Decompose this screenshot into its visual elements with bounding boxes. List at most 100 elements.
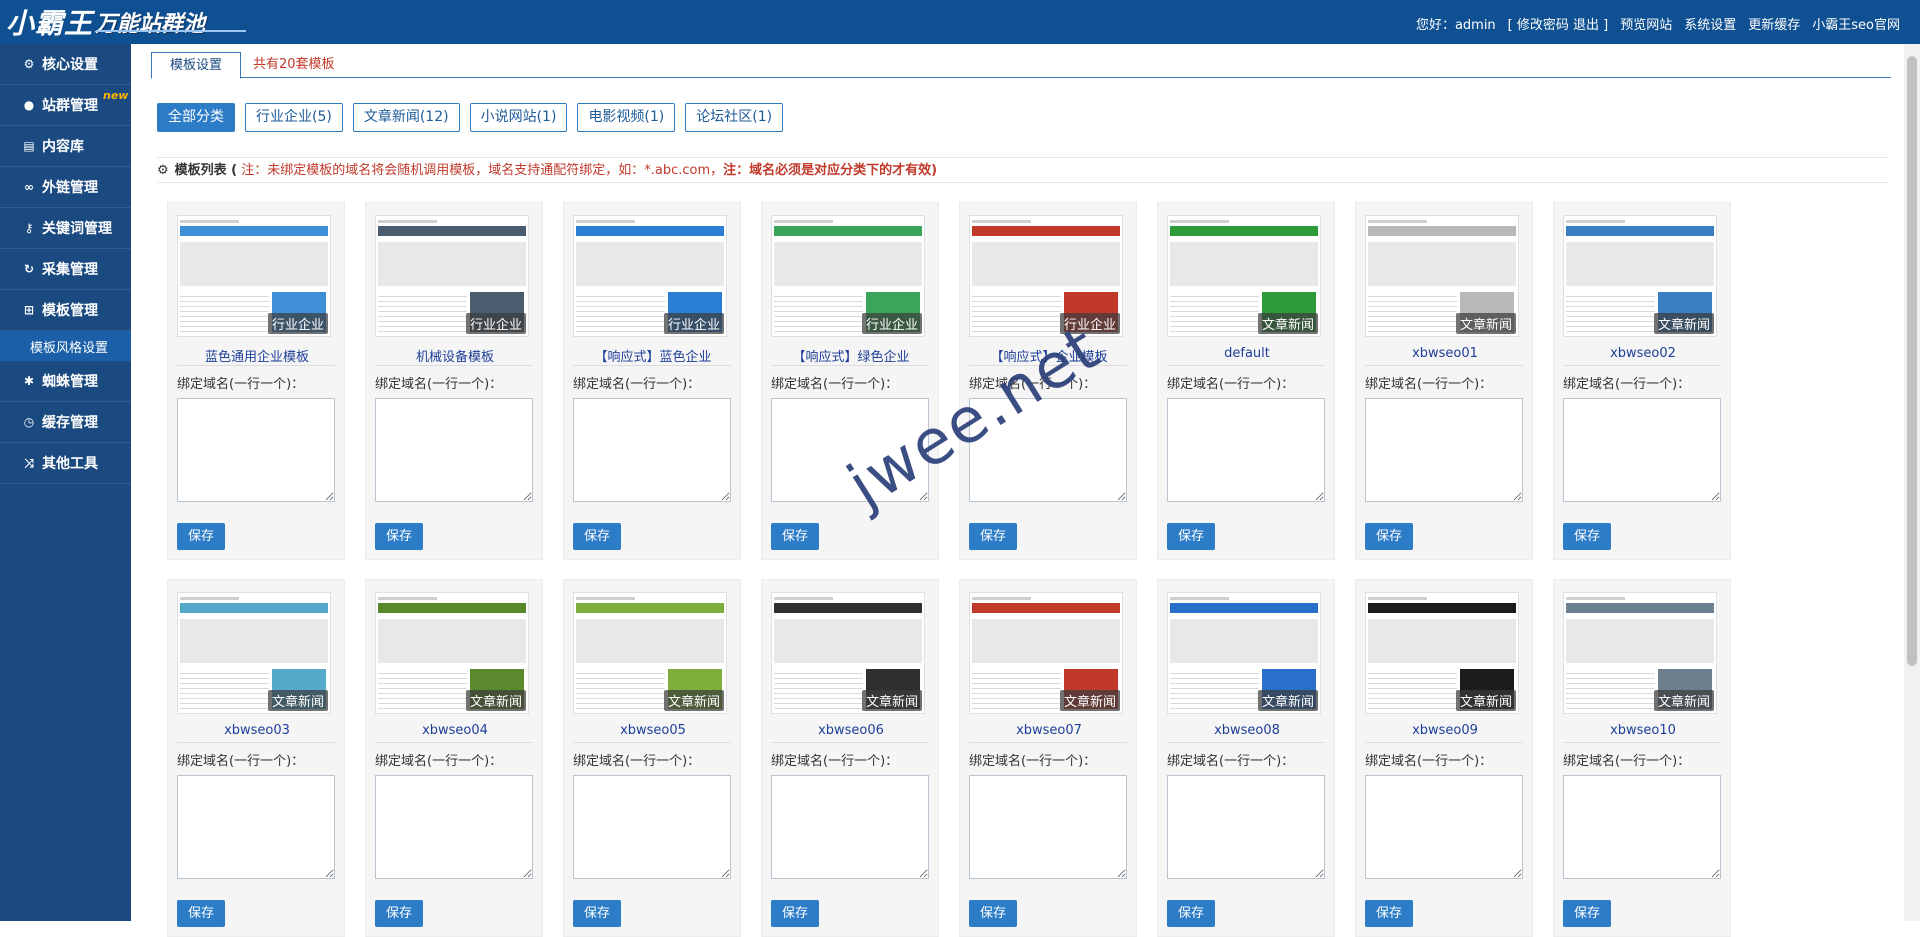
- save-button[interactable]: 保存: [1563, 523, 1612, 550]
- bind-domain-textarea[interactable]: [771, 398, 929, 502]
- template-name[interactable]: xbwseo04: [366, 723, 544, 738]
- save-button[interactable]: 保存: [177, 900, 226, 927]
- sidebar-item-label: 站群管理: [42, 98, 98, 114]
- save-button[interactable]: 保存: [771, 900, 820, 927]
- template-card: 文章新闻 default 绑定域名(一行一个)： 保存: [1157, 202, 1335, 560]
- template-card: 行业企业 【响应式】绿色企业 绑定域名(一行一个)： 保存: [761, 202, 939, 560]
- sidebar-item-templates[interactable]: ⊞ 模板管理: [0, 290, 131, 331]
- bind-domain-textarea[interactable]: [1365, 775, 1523, 879]
- save-button[interactable]: 保存: [1167, 523, 1216, 550]
- bind-domain-textarea[interactable]: [1563, 775, 1721, 879]
- template-name[interactable]: xbwseo02: [1554, 346, 1732, 361]
- save-button[interactable]: 保存: [771, 523, 820, 550]
- bind-domain-textarea[interactable]: [177, 775, 335, 879]
- sidebar-item-collection[interactable]: ↻ 采集管理: [0, 249, 131, 290]
- card-divider: [177, 365, 335, 366]
- template-thumbnail[interactable]: 文章新闻: [1563, 592, 1717, 714]
- template-thumbnail[interactable]: 行业企业: [177, 215, 331, 337]
- save-button[interactable]: 保存: [177, 523, 226, 550]
- template-name[interactable]: xbwseo10: [1554, 723, 1732, 738]
- tab-template-settings[interactable]: 模板设置: [151, 52, 242, 79]
- template-thumbnail[interactable]: 文章新闻: [1167, 215, 1321, 337]
- filter-all[interactable]: 全部分类: [157, 103, 235, 132]
- update-cache-link[interactable]: 更新缓存: [1748, 14, 1800, 33]
- bind-domain-textarea[interactable]: [177, 398, 335, 502]
- template-name[interactable]: xbwseo06: [762, 723, 940, 738]
- template-thumbnail[interactable]: 文章新闻: [177, 592, 331, 714]
- save-button[interactable]: 保存: [1167, 900, 1216, 927]
- template-thumbnail[interactable]: 文章新闻: [375, 592, 529, 714]
- bind-domain-textarea[interactable]: [573, 775, 731, 879]
- save-button[interactable]: 保存: [573, 900, 622, 927]
- bind-domain-textarea[interactable]: [1167, 398, 1325, 502]
- sidebar-item-site-group[interactable]: ● 站群管理 new: [0, 85, 131, 126]
- template-name[interactable]: 【响应式】企业模板: [960, 346, 1138, 365]
- template-name[interactable]: 机械设备模板: [366, 346, 544, 365]
- save-button[interactable]: 保存: [969, 900, 1018, 927]
- template-thumbnail[interactable]: 行业企业: [573, 215, 727, 337]
- template-thumbnail[interactable]: 文章新闻: [1167, 592, 1321, 714]
- sidebar-item-core-settings[interactable]: ⚙ 核心设置: [0, 44, 131, 85]
- template-name[interactable]: 【响应式】蓝色企业: [564, 346, 742, 365]
- template-name[interactable]: xbwseo05: [564, 723, 742, 738]
- gear-icon: ⚙: [157, 163, 169, 178]
- sidebar-item-content-library[interactable]: ▤ 内容库: [0, 126, 131, 167]
- template-list-notice: ⚙ 模板列表 ( 注：未绑定模板的域名将会随机调用模板，域名支持通配符绑定，如：*…: [157, 157, 1887, 183]
- template-thumbnail[interactable]: 行业企业: [771, 215, 925, 337]
- official-site-link[interactable]: 小霸王seo官网: [1812, 14, 1900, 33]
- save-button[interactable]: 保存: [573, 523, 622, 550]
- template-name[interactable]: xbwseo07: [960, 723, 1138, 738]
- filter-novel[interactable]: 小说网站(1): [469, 103, 568, 132]
- save-button[interactable]: 保存: [375, 523, 424, 550]
- new-badge: new: [103, 89, 129, 102]
- template-name[interactable]: xbwseo01: [1356, 346, 1534, 361]
- template-name[interactable]: xbwseo08: [1158, 723, 1336, 738]
- template-thumbnail[interactable]: 文章新闻: [1365, 592, 1519, 714]
- bind-domain-textarea[interactable]: [969, 775, 1127, 879]
- shuffle-icon: ⤨: [24, 455, 34, 470]
- template-thumbnail[interactable]: 行业企业: [375, 215, 529, 337]
- bind-domain-textarea[interactable]: [1167, 775, 1325, 879]
- bind-domain-textarea[interactable]: [969, 398, 1127, 502]
- page-scrollbar[interactable]: [1904, 44, 1920, 921]
- preview-site-link[interactable]: 预览网站: [1620, 14, 1672, 33]
- sidebar-item-cache[interactable]: ◷ 缓存管理: [0, 402, 131, 443]
- save-button[interactable]: 保存: [1563, 900, 1612, 927]
- sidebar-item-other-tools[interactable]: ⤨ 其他工具: [0, 443, 131, 484]
- filter-news[interactable]: 文章新闻(12): [352, 103, 460, 132]
- filter-video[interactable]: 电影视频(1): [577, 103, 676, 132]
- app-logo[interactable]: 小霸王 万能站群池: [0, 0, 250, 44]
- filter-forum[interactable]: 论坛社区(1): [685, 103, 784, 132]
- bind-domain-textarea[interactable]: [771, 775, 929, 879]
- template-thumbnail[interactable]: 文章新闻: [1365, 215, 1519, 337]
- sidebar-subitem-template-style[interactable]: 模板风格设置: [0, 331, 131, 361]
- top-header: 小霸王 万能站群池 您好：admin [ 修改密码 退出 ] 预览网站 系统设置…: [0, 0, 1920, 44]
- scrollbar-thumb[interactable]: [1907, 56, 1917, 666]
- template-card: 文章新闻 xbwseo01 绑定域名(一行一个)： 保存: [1355, 202, 1533, 560]
- bind-domain-textarea[interactable]: [1563, 398, 1721, 502]
- template-thumbnail[interactable]: 文章新闻: [1563, 215, 1717, 337]
- bind-domain-textarea[interactable]: [375, 775, 533, 879]
- template-name[interactable]: xbwseo03: [168, 723, 346, 738]
- template-name[interactable]: 【响应式】绿色企业: [762, 346, 940, 365]
- account-links[interactable]: [ 修改密码 退出 ]: [1508, 14, 1609, 33]
- bind-domain-textarea[interactable]: [573, 398, 731, 502]
- bind-domain-textarea[interactable]: [1365, 398, 1523, 502]
- save-button[interactable]: 保存: [969, 523, 1018, 550]
- template-name[interactable]: 蓝色通用企业模板: [168, 346, 346, 365]
- sidebar-item-spider[interactable]: ✱ 蜘蛛管理: [0, 361, 131, 402]
- template-thumbnail[interactable]: 文章新闻: [771, 592, 925, 714]
- sidebar-item-external-links[interactable]: ∞ 外链管理: [0, 167, 131, 208]
- system-settings-link[interactable]: 系统设置: [1684, 14, 1736, 33]
- bind-domain-textarea[interactable]: [375, 398, 533, 502]
- save-button[interactable]: 保存: [1365, 523, 1414, 550]
- template-name[interactable]: xbwseo09: [1356, 723, 1534, 738]
- template-name[interactable]: default: [1158, 346, 1336, 361]
- template-thumbnail[interactable]: 行业企业: [969, 215, 1123, 337]
- sidebar-item-keywords[interactable]: ⚷ 关键词管理: [0, 208, 131, 249]
- save-button[interactable]: 保存: [375, 900, 424, 927]
- save-button[interactable]: 保存: [1365, 900, 1414, 927]
- filter-industry[interactable]: 行业企业(5): [245, 103, 343, 132]
- template-thumbnail[interactable]: 文章新闻: [969, 592, 1123, 714]
- template-thumbnail[interactable]: 文章新闻: [573, 592, 727, 714]
